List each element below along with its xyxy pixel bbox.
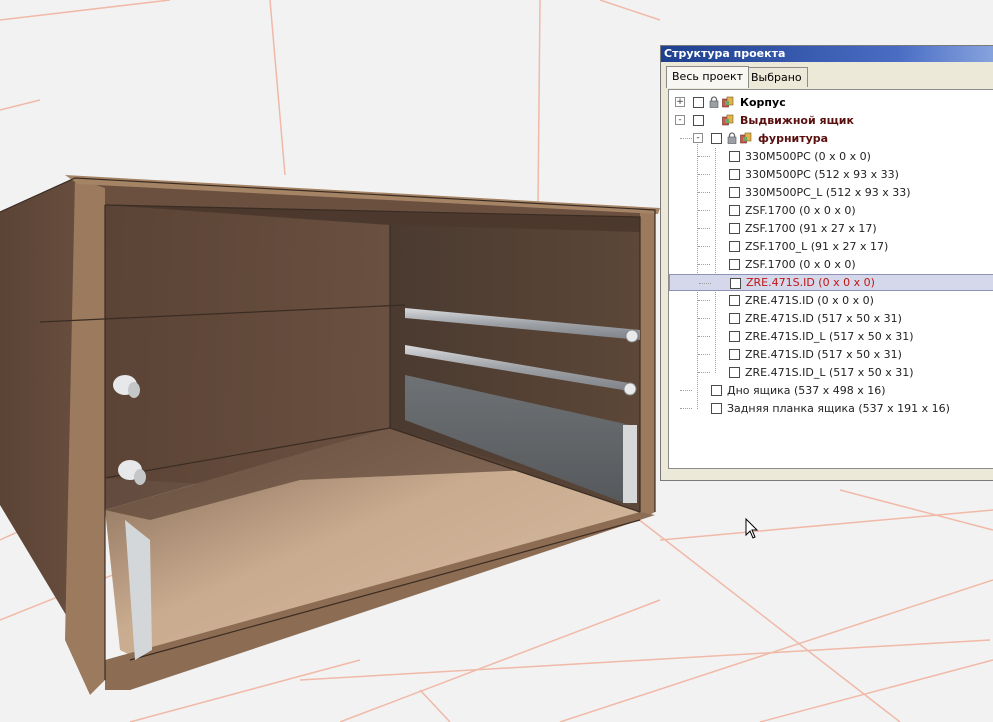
tree-item-label: ZSF.1700_L (91 x 27 x 17) (745, 240, 889, 253)
tree-item-label: ZRE.471S.ID (0 x 0 x 0) (745, 294, 874, 307)
mouse-cursor-icon (745, 518, 759, 539)
tree-item[interactable]: ZRE.471S.ID (517 x 50 x 31) (669, 346, 993, 363)
tree-connector (698, 372, 710, 373)
tree-checkbox[interactable] (730, 278, 741, 289)
object-group-icon (722, 96, 734, 108)
tree-item[interactable]: - Выдвижной ящик (669, 112, 993, 129)
tree-connector (698, 336, 710, 337)
tree-item[interactable]: ZSF.1700 (0 x 0 x 0) (669, 202, 993, 219)
tree-item[interactable]: Дно ящика (537 x 498 x 16) (669, 382, 993, 399)
tree-item-label: 330M500PC (512 x 93 x 33) (745, 168, 899, 181)
tree-checkbox[interactable] (693, 97, 704, 108)
project-tree[interactable]: + Корпус - Выдвижной ящик - фурнитура 330M500P… (668, 89, 993, 469)
panel-title[interactable]: Структура проекта (661, 46, 993, 62)
tree-checkbox[interactable] (729, 259, 740, 270)
collapse-icon[interactable]: - (675, 115, 685, 125)
tree-item[interactable]: + Корпус (669, 94, 993, 111)
tree-checkbox[interactable] (729, 151, 740, 162)
tree-connector (680, 138, 692, 139)
tree-checkbox[interactable] (729, 241, 740, 252)
tree-item-label: ZSF.1700 (91 x 27 x 17) (745, 222, 877, 235)
lock-icon[interactable] (709, 96, 719, 108)
tree-checkbox[interactable] (711, 133, 722, 144)
tree-connector (698, 156, 710, 157)
tree-item-label: ZSF.1700 (0 x 0 x 0) (745, 204, 856, 217)
collapse-icon[interactable]: - (693, 133, 703, 143)
tab-whole-project[interactable]: Весь проект (666, 66, 750, 88)
tree-item[interactable]: ZSF.1700 (91 x 27 x 17) (669, 220, 993, 237)
tree-connector (698, 318, 710, 319)
tree-item[interactable]: Задняя планка ящика (537 x 191 x 16) (669, 400, 993, 417)
cabinet-front-edge-right (640, 210, 655, 520)
tree-connector (698, 228, 710, 229)
tree-item-label: ZRE.471S.ID (517 x 50 x 31) (745, 312, 902, 325)
tree-item-selected[interactable]: ZRE.471S.ID (0 x 0 x 0) (669, 274, 993, 291)
lock-icon[interactable] (727, 132, 737, 144)
object-group-icon (722, 114, 734, 126)
tree-connector (698, 210, 710, 211)
tree-item-label: 330M500PC (0 x 0 x 0) (745, 150, 871, 163)
tree-checkbox[interactable] (729, 223, 740, 234)
tree-connector (698, 264, 710, 265)
project-structure-panel: Структура проекта Весь проект Выбрано + К… (660, 45, 993, 481)
tree-item-label: Задняя планка ящика (537 x 191 x 16) (727, 402, 950, 415)
tree-item[interactable]: ZSF.1700 (0 x 0 x 0) (669, 256, 993, 273)
tree-checkbox[interactable] (729, 367, 740, 378)
tree-item[interactable]: ZSF.1700_L (91 x 27 x 17) (669, 238, 993, 255)
tree-connector (680, 390, 692, 391)
tree-checkbox[interactable] (729, 331, 740, 342)
tree-item-label: 330M500PC_L (512 x 93 x 33) (745, 186, 911, 199)
tree-connector (698, 192, 710, 193)
tree-item-label: Выдвижной ящик (740, 114, 854, 127)
tree-connector (680, 408, 692, 409)
tree-item[interactable]: ZRE.471S.ID_L (517 x 50 x 31) (669, 328, 993, 345)
tree-item[interactable]: 330M500PC (0 x 0 x 0) (669, 148, 993, 165)
tab-selected[interactable]: Выбрано (745, 67, 808, 87)
tree-item-label: ZRE.471S.ID (517 x 50 x 31) (745, 348, 902, 361)
tree-item-label: ZRE.471S.ID_L (517 x 50 x 31) (745, 366, 914, 379)
tree-checkbox[interactable] (729, 313, 740, 324)
tree-item-label: ZRE.471S.ID (0 x 0 x 0) (746, 276, 875, 289)
tree-item[interactable]: - фурнитура (669, 130, 993, 147)
object-group-icon (740, 132, 752, 144)
tree-checkbox[interactable] (729, 295, 740, 306)
tree-checkbox[interactable] (729, 187, 740, 198)
tree-item-label: ZSF.1700 (0 x 0 x 0) (745, 258, 856, 271)
tree-item[interactable]: 330M500PC_L (512 x 93 x 33) (669, 184, 993, 201)
tree-item[interactable]: 330M500PC (512 x 93 x 33) (669, 166, 993, 183)
tree-checkbox[interactable] (729, 169, 740, 180)
expand-icon[interactable]: + (675, 97, 685, 107)
tree-item[interactable]: ZRE.471S.ID_L (517 x 50 x 31) (669, 364, 993, 381)
tree-checkbox[interactable] (711, 385, 722, 396)
tree-checkbox[interactable] (729, 349, 740, 360)
tree-item-label: Дно ящика (537 x 498 x 16) (727, 384, 886, 397)
tree-item[interactable]: ZRE.471S.ID (0 x 0 x 0) (669, 292, 993, 309)
tree-connector (699, 283, 711, 284)
tree-item-label: Корпус (740, 96, 786, 109)
tree-connector (698, 354, 710, 355)
tree-checkbox[interactable] (711, 403, 722, 414)
tree-item[interactable]: ZRE.471S.ID (517 x 50 x 31) (669, 310, 993, 327)
tree-connector (698, 174, 710, 175)
tree-item-label: фурнитура (758, 132, 829, 145)
tree-connector (698, 300, 710, 301)
slide-bracket-right (623, 425, 637, 503)
tree-checkbox[interactable] (693, 115, 704, 126)
tree-checkbox[interactable] (729, 205, 740, 216)
tree-connector (698, 246, 710, 247)
tree-item-label: ZRE.471S.ID_L (517 x 50 x 31) (745, 330, 914, 343)
